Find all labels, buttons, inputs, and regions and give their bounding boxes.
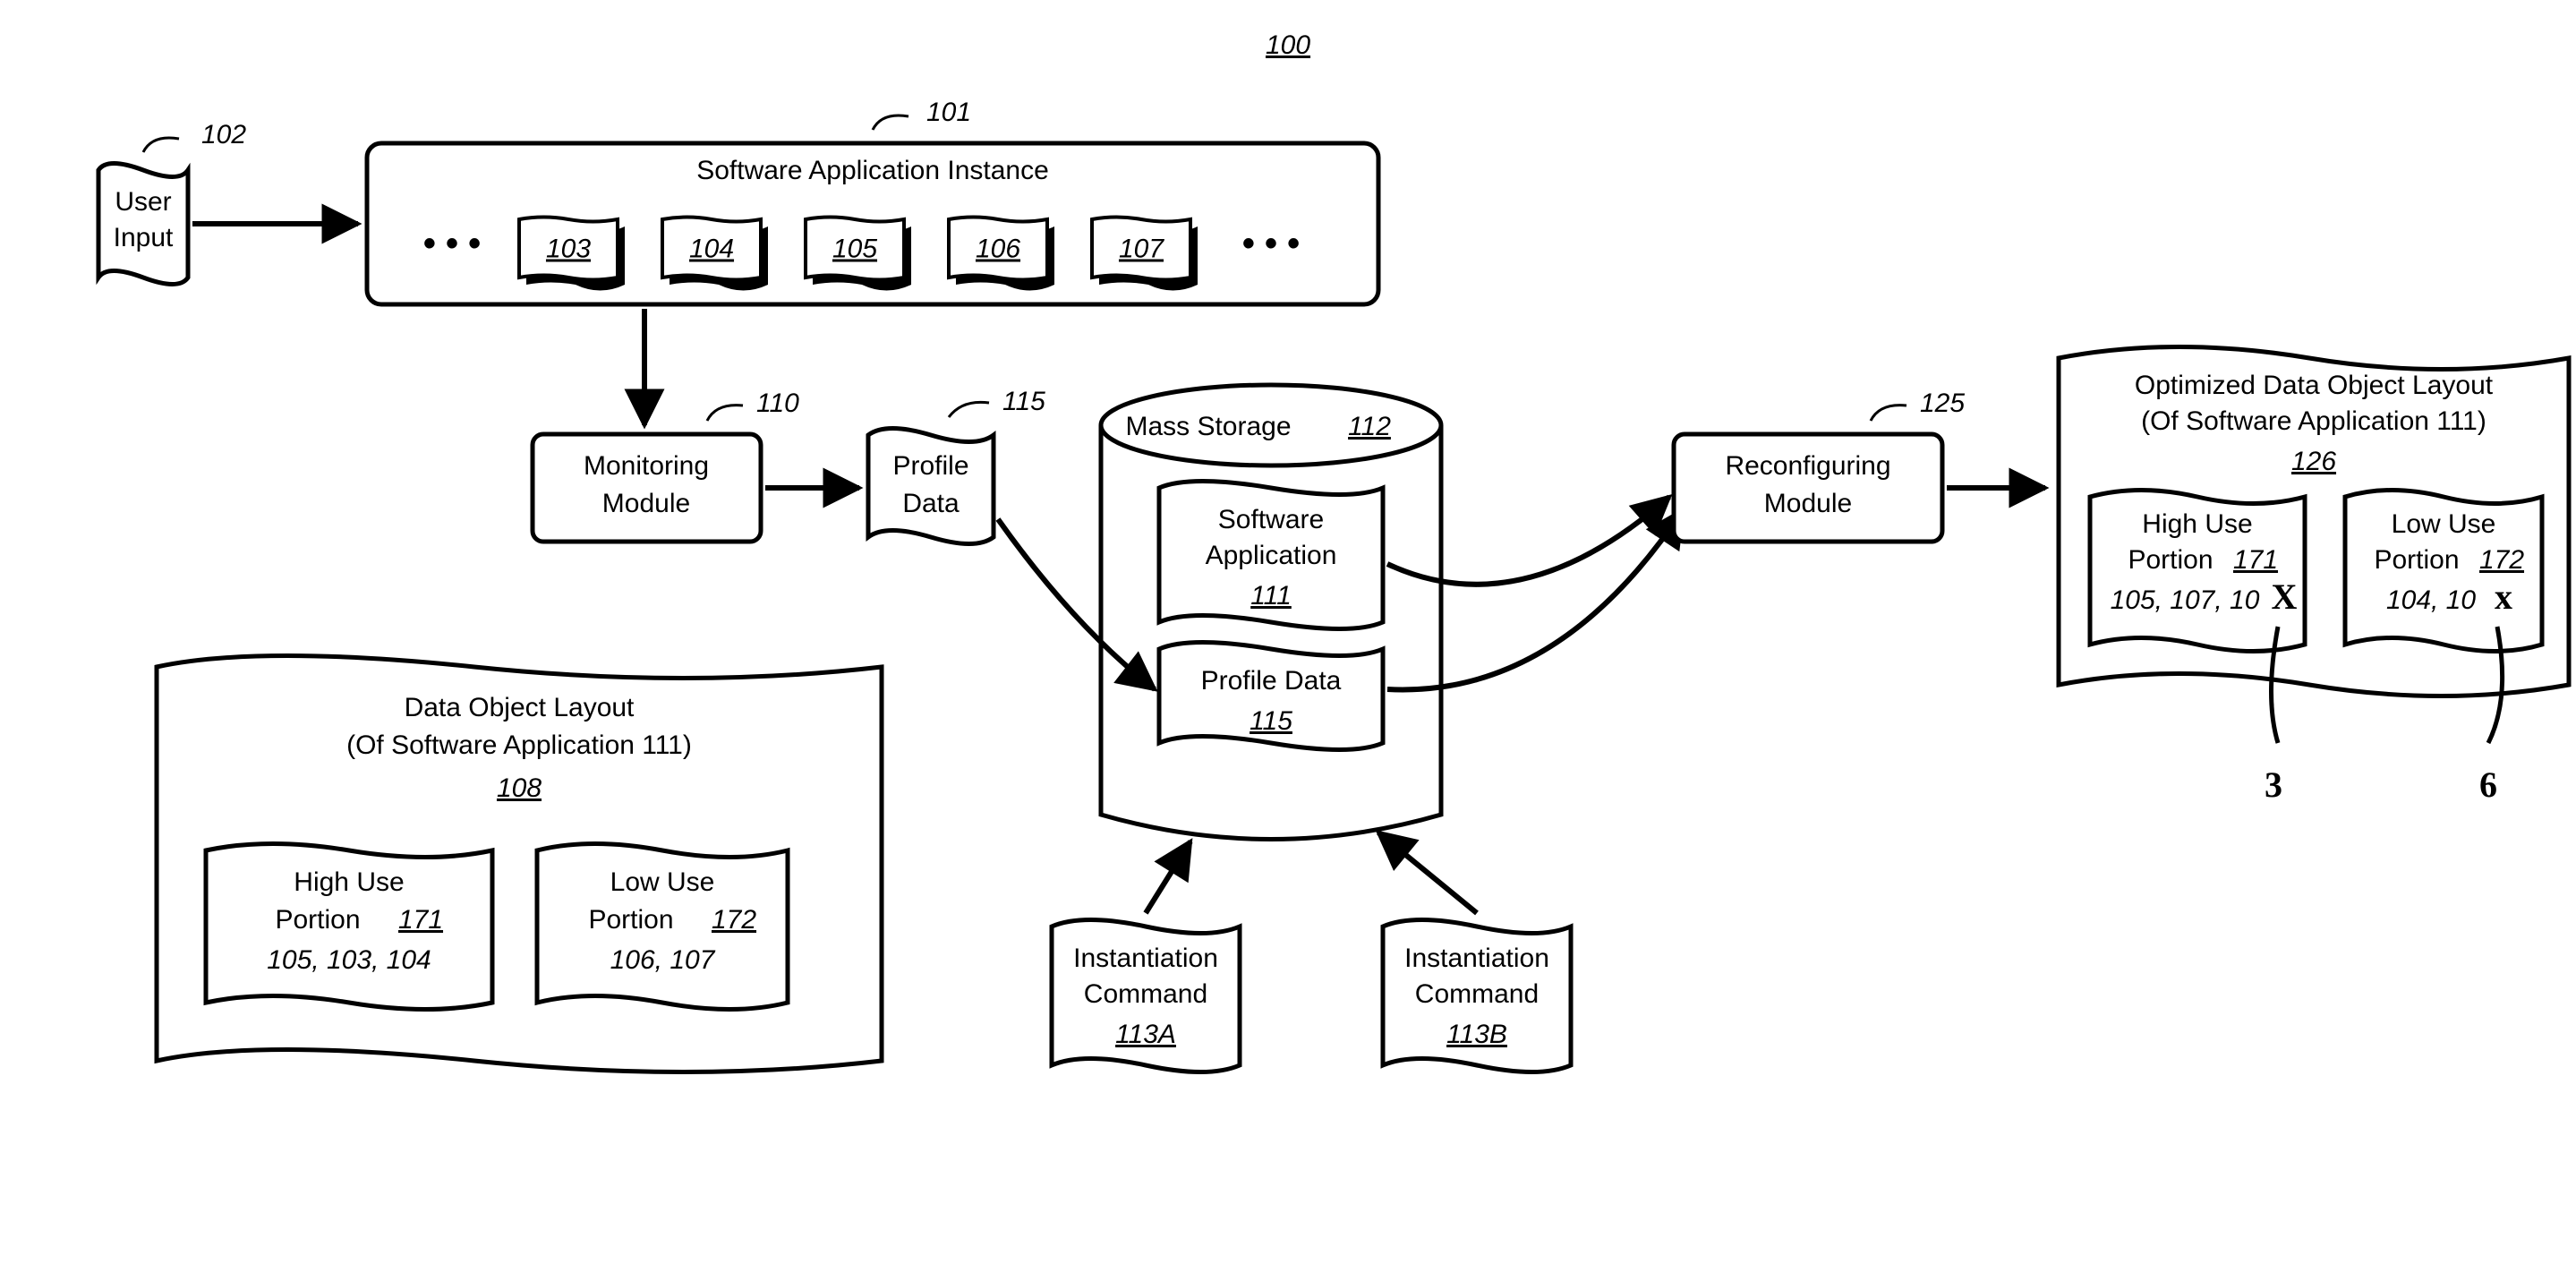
- profile-label-l2: Data: [902, 489, 960, 518]
- opt-low-ref: 172: [2479, 545, 2524, 575]
- storage-profile-ref: 115: [1250, 706, 1292, 736]
- mini-doc-label: 103: [546, 235, 591, 264]
- mass-storage-block: Mass Storage 112 Software Application 11…: [1101, 385, 1441, 840]
- inst-b-label-l2: Command: [1415, 979, 1539, 1009]
- monitoring-ref: 110: [756, 389, 799, 418]
- mini-doc-label: 107: [1119, 235, 1164, 264]
- mini-doc-label: 104: [689, 235, 734, 264]
- opt-high-items: 105, 107, 10: [2111, 585, 2260, 615]
- app-instance-title: Software Application Instance: [696, 156, 1049, 185]
- data-object-layout-block: Data Object Layout (Of Software Applicat…: [157, 656, 882, 1072]
- mass-storage-ref: 112: [1348, 412, 1391, 441]
- opt-high-label-l2: Portion: [2128, 545, 2213, 575]
- layout-ref: 108: [497, 773, 542, 803]
- mini-doc-106: 106: [949, 218, 1054, 291]
- inst-a-label-l2: Command: [1084, 979, 1207, 1009]
- ellipsis-right: • • •: [1242, 224, 1300, 263]
- inst-a-ref: 113A: [1115, 1020, 1176, 1049]
- arrow-instb-to-storage: [1378, 833, 1477, 913]
- opt-layout-ref: 126: [2291, 447, 2336, 476]
- instantiation-command-a-block: Instantiation Command 113A: [1052, 920, 1240, 1072]
- opt-low-strike: x: [2495, 576, 2512, 617]
- profile-ref: 115: [1002, 387, 1045, 416]
- user-input-block: User Input 102: [98, 120, 246, 285]
- layout-title: Data Object Layout: [405, 693, 635, 722]
- layout-low-label-l2: Portion: [588, 905, 673, 935]
- storage-app-label-l1: Software: [1218, 505, 1324, 534]
- layout-high-ref: 171: [398, 905, 443, 935]
- profile-data-block: Profile Data 115: [868, 387, 1045, 544]
- mini-doc-label: 106: [976, 235, 1020, 264]
- user-input-label-l2: Input: [114, 223, 174, 252]
- app-instance-block: Software Application Instance 101 • • • …: [367, 98, 1378, 304]
- instantiation-command-b-block: Instantiation Command 113B: [1383, 920, 1571, 1072]
- inst-b-ref: 113B: [1446, 1020, 1507, 1049]
- opt-high-label-l1: High Use: [2142, 509, 2252, 539]
- opt-high-strike: X: [2272, 576, 2298, 617]
- storage-app-ref: 111: [1250, 581, 1292, 611]
- reconfig-label-l2: Module: [1764, 489, 1852, 518]
- reconfiguring-module-block: Reconfiguring Module 125: [1674, 389, 1965, 542]
- opt-low-label-l2: Portion: [2374, 545, 2459, 575]
- layout-high-label-l2: Portion: [275, 905, 360, 935]
- layout-subtitle: (Of Software Application 111): [346, 730, 692, 760]
- layout-low-label-l1: Low Use: [610, 867, 715, 897]
- storage-profile-label: Profile Data: [1201, 666, 1342, 696]
- opt-low-items: 104, 10: [2386, 585, 2476, 615]
- monitoring-module-block: Monitoring Module 110: [533, 389, 799, 542]
- layout-high-label-l1: High Use: [294, 867, 404, 897]
- opt-layout-subtitle: (Of Software Application 111): [2141, 406, 2486, 436]
- reconfig-ref: 125: [1920, 389, 1965, 418]
- ellipsis-left: • • •: [423, 224, 481, 263]
- diagram-canvas: 100 User Input 102 Software Application …: [0, 0, 2576, 1281]
- user-input-label-l1: User: [115, 187, 171, 217]
- mini-doc-107: 107: [1092, 218, 1198, 291]
- layout-high-items: 105, 103, 104: [267, 945, 431, 975]
- mini-doc-label: 105: [832, 235, 877, 264]
- figure-ref: 100: [1266, 30, 1310, 60]
- inst-a-label-l1: Instantiation: [1073, 944, 1218, 973]
- mini-doc-105: 105: [806, 218, 911, 291]
- monitoring-label-l2: Module: [602, 489, 690, 518]
- app-instance-ref: 101: [926, 98, 971, 127]
- reconfig-label-l1: Reconfiguring: [1725, 451, 1890, 481]
- inst-b-label-l1: Instantiation: [1404, 944, 1549, 973]
- layout-low-ref: 172: [712, 905, 756, 935]
- profile-label-l1: Profile: [892, 451, 968, 481]
- mini-doc-103: 103: [519, 218, 625, 291]
- opt-layout-title: Optimized Data Object Layout: [2135, 371, 2494, 400]
- user-input-ref: 102: [201, 120, 246, 149]
- layout-low-items: 106, 107: [610, 945, 716, 975]
- annot-high: 3: [2265, 764, 2282, 805]
- opt-low-label-l1: Low Use: [2392, 509, 2496, 539]
- monitoring-label-l1: Monitoring: [584, 451, 709, 481]
- storage-app-label-l2: Application: [1206, 541, 1337, 570]
- opt-high-ref: 171: [2233, 545, 2278, 575]
- optimized-layout-block: Optimized Data Object Layout (Of Softwar…: [2059, 347, 2569, 806]
- annot-low: 6: [2479, 764, 2497, 805]
- mini-doc-104: 104: [662, 218, 768, 291]
- arrow-insta-to-storage: [1146, 841, 1190, 913]
- mass-storage-title: Mass Storage: [1125, 412, 1291, 441]
